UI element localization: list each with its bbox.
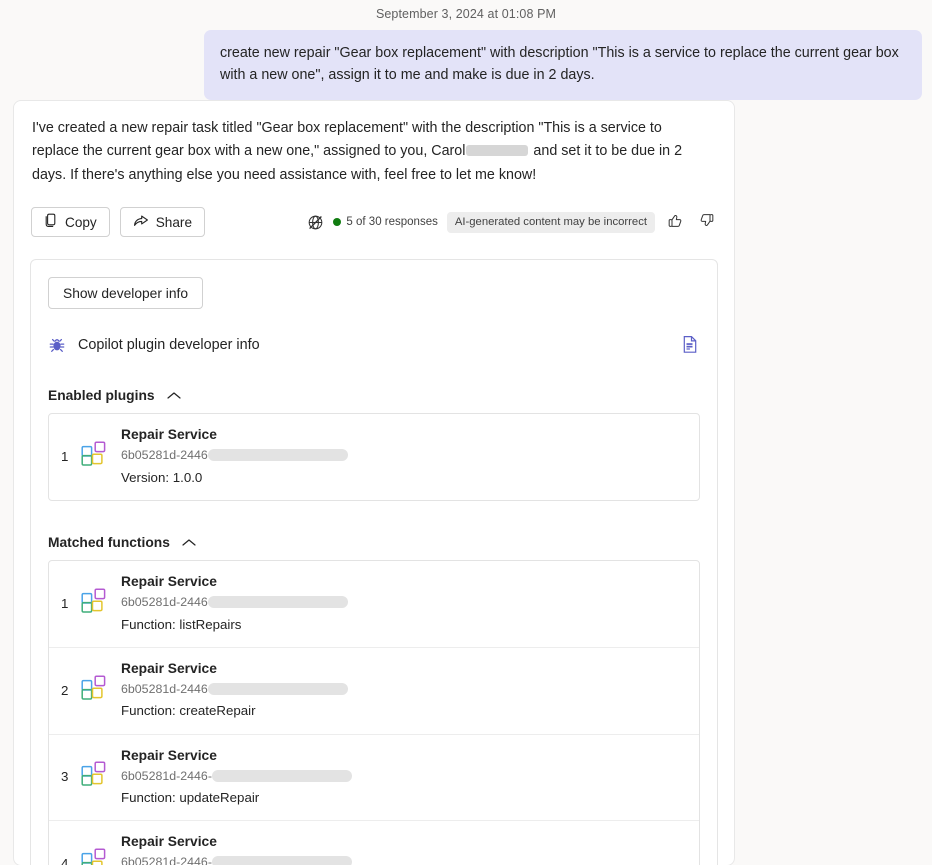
list-item[interactable]: 3 Repair Service 6b05281d-2446- Function… (49, 735, 699, 822)
enabled-plugins-list: 1 Repair Service 6b05281d-2446 Version: … (48, 413, 700, 502)
plugin-name: Repair Service (121, 660, 217, 676)
plugin-icon (81, 441, 107, 472)
plugin-id: 6b05281d-2446- (121, 766, 687, 786)
list-item[interactable]: 1 Repair Service 6b05281d-2446 Version: … (49, 414, 699, 500)
bug-icon (48, 336, 66, 354)
share-button-label: Share (155, 214, 193, 230)
response-count: 5 of 30 responses (333, 216, 438, 229)
thumbs-down-icon (698, 212, 715, 232)
plugin-id-redacted (211, 769, 352, 782)
plugin-id-redacted (211, 856, 352, 865)
plugin-id-text: 6b05281d-2446- (121, 855, 212, 865)
plugin-icon (81, 848, 107, 865)
developer-info-card: Show developer info Copilot plugin devel… (30, 259, 718, 865)
message-actions-toolbar: Copy Share 5 of 30 responses AI-generate… (30, 207, 718, 238)
plugin-name: Repair Service (121, 574, 217, 590)
list-item[interactable]: 1 Repair Service 6b05281d-2446 Function:… (49, 561, 699, 648)
section-title-enabled-plugins: Enabled plugins (48, 388, 155, 404)
plugin-detail: Version: 1.0.0 (121, 469, 203, 485)
plugin-id-text: 6b05281d-2446 (121, 681, 208, 696)
section-header-enabled-plugins: Enabled plugins (48, 388, 700, 403)
plugin-name: Repair Service (121, 427, 217, 443)
list-item-body: Repair Service 6b05281d-2446- Function: … (121, 746, 687, 809)
globe-slash-icon (307, 214, 324, 231)
copy-icon (44, 213, 58, 231)
list-item-index: 3 (61, 769, 69, 785)
show-developer-info-button[interactable]: Show developer info (48, 277, 204, 310)
plugin-icon (81, 675, 107, 706)
list-item-body: Repair Service 6b05281d-2446 Version: 1.… (121, 425, 687, 488)
plugin-icon (81, 761, 107, 792)
message-timestamp: September 3, 2024 at 01:08 PM (375, 7, 557, 21)
status-dot (333, 218, 342, 227)
thumbs-up-button[interactable] (664, 211, 686, 233)
function-name: Function: createRepair (121, 703, 256, 719)
chevron-up-icon[interactable] (166, 391, 181, 400)
developer-info-header: Copilot plugin developer info (48, 335, 700, 354)
chevron-up-icon[interactable] (182, 538, 196, 547)
thumbs-down-button[interactable] (695, 211, 717, 233)
list-item-index: 4 (61, 856, 69, 865)
assistant-message-text: I've created a new repair task titled "G… (30, 115, 718, 187)
plugin-id-redacted (207, 682, 348, 695)
assistant-message-card: I've created a new repair task titled "G… (13, 100, 735, 865)
toolbar-right-group: 5 of 30 responses AI-generated content m… (307, 211, 717, 233)
ai-disclaimer-badge: AI-generated content may be incorrect (446, 211, 655, 233)
function-name: Function: listRepairs (121, 616, 242, 632)
plugin-name: Repair Service (121, 747, 217, 763)
list-item[interactable]: 4 Repair Service 6b05281d-2446- Function… (49, 821, 699, 865)
list-item-body: Repair Service 6b05281d-2446 Function: c… (121, 659, 687, 722)
plugin-id: 6b05281d-2446 (121, 445, 687, 465)
user-message-row: create new repair "Gear box replacement"… (0, 21, 932, 100)
list-item[interactable]: 2 Repair Service 6b05281d-2446 Function:… (49, 648, 699, 735)
copy-button-label: Copy (65, 214, 97, 230)
plugin-id-text: 6b05281d-2446- (121, 768, 212, 783)
document-icon[interactable] (681, 335, 699, 354)
section-title-matched-functions: Matched functions (48, 535, 170, 551)
plugin-id-text: 6b05281d-2446 (121, 448, 208, 463)
plugin-id-redacted (207, 449, 348, 462)
share-button[interactable]: Share (119, 207, 206, 238)
user-message-bubble: create new repair "Gear box replacement"… (204, 30, 922, 100)
plugin-id: 6b05281d-2446 (121, 679, 687, 699)
matched-functions-list: 1 Repair Service 6b05281d-2446 Function:… (48, 560, 700, 865)
thumbs-up-icon (667, 212, 684, 232)
plugin-id: 6b05281d-2446- (121, 852, 687, 865)
copy-button[interactable]: Copy (31, 207, 110, 238)
plugin-id-text: 6b05281d-2446 (121, 595, 208, 610)
function-name: Function: updateRepair (121, 789, 260, 805)
list-item-index: 2 (61, 682, 69, 698)
developer-info-title: Copilot plugin developer info (78, 336, 260, 353)
list-item-index: 1 (61, 449, 69, 465)
list-item-index: 1 (61, 595, 69, 611)
plugin-name: Repair Service (121, 834, 217, 850)
plugin-icon (81, 588, 107, 619)
plugin-id: 6b05281d-2446 (121, 592, 687, 612)
list-item-body: Repair Service 6b05281d-2446- Function: … (121, 832, 687, 865)
redacted-name (466, 145, 529, 157)
chat-page: September 3, 2024 at 01:08 PM create new… (0, 0, 932, 865)
section-header-matched-functions: Matched functions (48, 535, 700, 550)
response-count-label: 5 of 30 responses (346, 216, 438, 229)
plugin-id-redacted (207, 596, 348, 609)
share-icon (133, 213, 149, 231)
list-item-body: Repair Service 6b05281d-2446 Function: l… (121, 572, 687, 635)
